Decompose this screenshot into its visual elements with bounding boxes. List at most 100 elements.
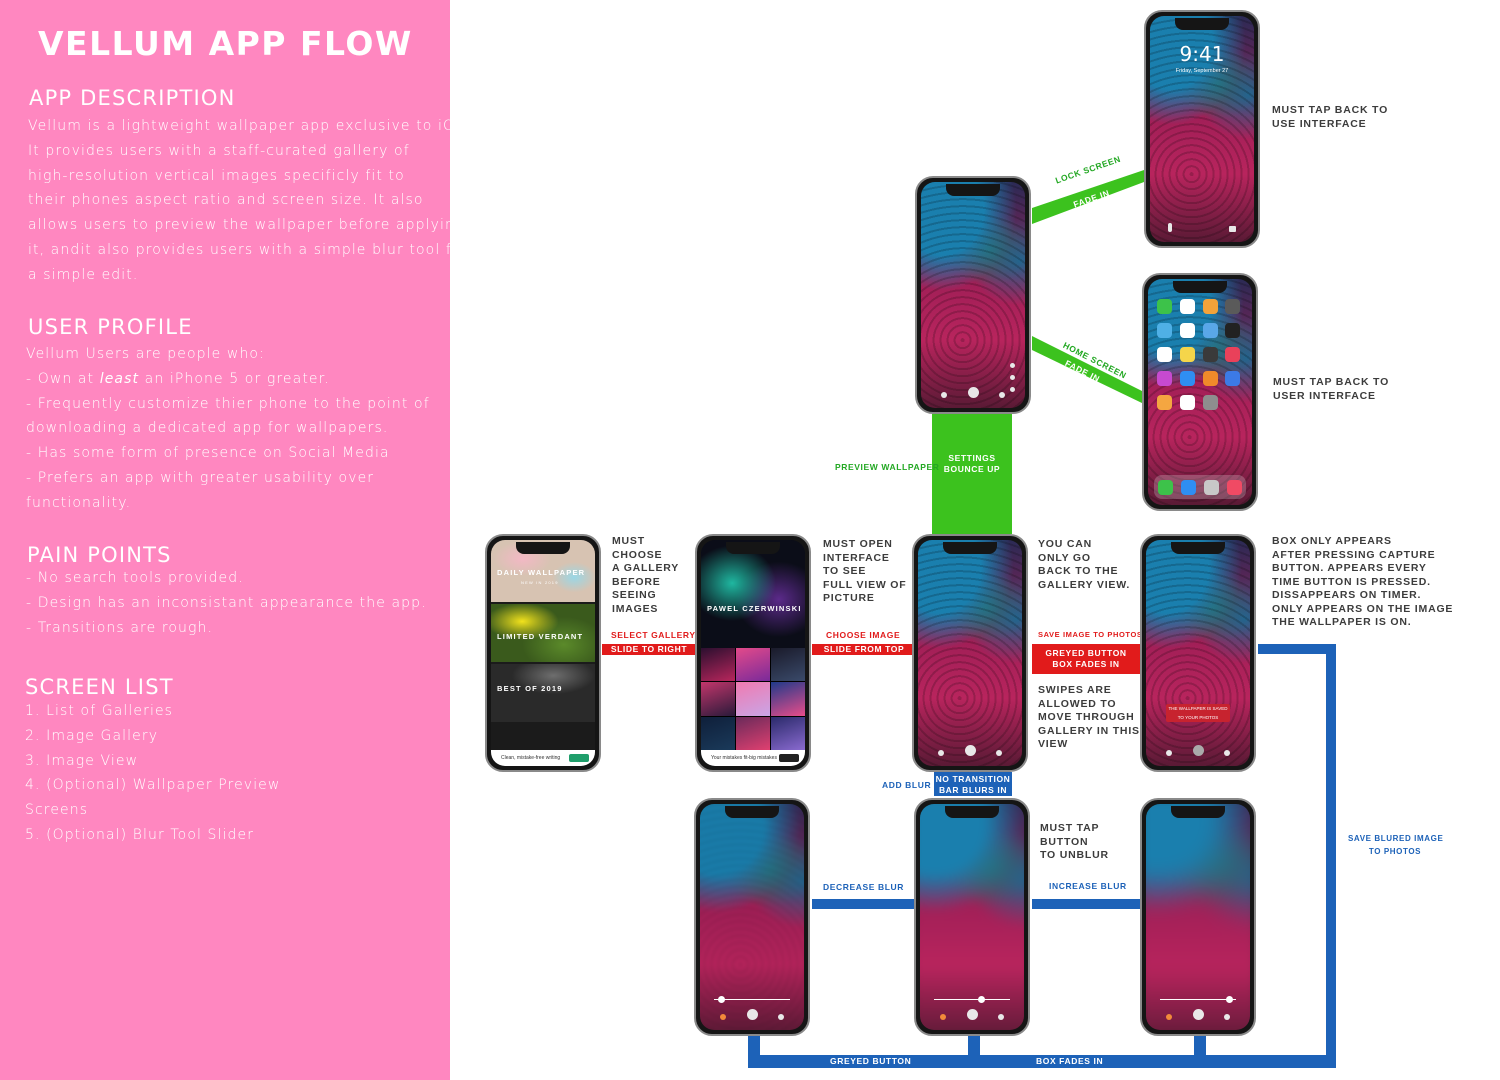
mail-app-icon[interactable] bbox=[1204, 479, 1219, 495]
calendar-app-icon[interactable] bbox=[1179, 299, 1195, 314]
ad-banner[interactable]: Your mistakes fit-big mistakes bbox=[701, 750, 805, 766]
note-line: A GALLERY bbox=[612, 562, 680, 574]
flashlight-icon[interactable] bbox=[1168, 223, 1172, 232]
notch bbox=[1171, 806, 1225, 818]
bottom-controls bbox=[921, 386, 1025, 398]
phone-app-icon[interactable] bbox=[1158, 479, 1173, 495]
safari-app-icon[interactable] bbox=[1181, 479, 1196, 495]
wallpaper-image: THE WALLPAPER IS SAVED TO YOUR PHOTOS bbox=[1146, 540, 1250, 766]
weather-app-icon[interactable] bbox=[1202, 323, 1218, 338]
note-line: FULL VIEW OF bbox=[823, 578, 907, 591]
note-box-only-appears: BOX ONLY APPEARS AFTER PRESSING CAPTURE … bbox=[1272, 535, 1453, 630]
thumbnail[interactable] bbox=[701, 682, 735, 716]
blur-slider[interactable] bbox=[1160, 996, 1236, 1003]
thumbnail[interactable] bbox=[771, 682, 805, 716]
bottom-controls bbox=[918, 744, 1022, 756]
phone-blur-high bbox=[1140, 798, 1256, 1036]
gallery-item-verdant[interactable]: LIMITED VERDANT bbox=[491, 604, 595, 662]
ad-button[interactable] bbox=[569, 754, 589, 762]
more-icon[interactable] bbox=[999, 392, 1005, 398]
more-icon[interactable] bbox=[998, 1014, 1004, 1020]
ad-banner[interactable]: Clean, mistake-free writing bbox=[491, 750, 595, 766]
thumbnail[interactable] bbox=[701, 648, 735, 682]
slider-thumb[interactable] bbox=[978, 996, 985, 1003]
info-icon[interactable] bbox=[1166, 1014, 1172, 1020]
more-icon[interactable] bbox=[778, 1014, 784, 1020]
info-icon[interactable] bbox=[940, 1014, 946, 1020]
note-line: ALLOWED TO bbox=[1038, 697, 1117, 710]
bottom-drop-3 bbox=[1194, 1036, 1206, 1060]
thumbnail[interactable] bbox=[736, 648, 770, 682]
info-icon[interactable] bbox=[1166, 750, 1172, 756]
info-icon[interactable] bbox=[941, 392, 947, 398]
note-line: ONLY GO bbox=[1038, 551, 1091, 564]
no-transition-line: NO TRANSITION bbox=[935, 774, 1011, 784]
note-line: USER INTERFACE bbox=[1273, 389, 1376, 402]
files-app-icon[interactable] bbox=[1225, 371, 1241, 386]
music-app-icon[interactable] bbox=[1227, 479, 1242, 495]
reminders-app-icon[interactable] bbox=[1157, 347, 1172, 362]
option-dot-icon[interactable] bbox=[1010, 363, 1015, 368]
note-line: SWIPES ARE bbox=[1038, 684, 1112, 696]
ad-button[interactable] bbox=[779, 754, 799, 762]
capture-button-greyed[interactable] bbox=[1193, 745, 1204, 756]
thumbnail[interactable] bbox=[736, 682, 770, 716]
option-dot-icon[interactable] bbox=[1010, 375, 1015, 380]
blur-slider[interactable] bbox=[934, 996, 1010, 1003]
app-store-icon[interactable] bbox=[1179, 371, 1195, 386]
note-line: GALLERY VIEW. bbox=[1038, 578, 1131, 591]
no-transition-label: NO TRANSITION BAR BLURS IN bbox=[934, 774, 1012, 796]
capture-button[interactable] bbox=[967, 1009, 978, 1020]
text-line: - No search tools provided. bbox=[26, 570, 244, 586]
note-line: ONLY APPEARS ON THE IMAGE bbox=[1272, 602, 1454, 615]
user-profile-text: Vellum Users are people who: - Own at le… bbox=[26, 342, 430, 516]
increase-blur-label: INCREASE BLUR bbox=[1049, 881, 1127, 891]
notes-app-icon[interactable] bbox=[1179, 347, 1195, 362]
thumbnail[interactable] bbox=[771, 716, 805, 750]
thumbnail[interactable] bbox=[771, 648, 805, 682]
gallery-item-best[interactable]: BEST OF 2019 bbox=[491, 664, 595, 722]
flow-diagram: LOCK SCREEN FADE IN HOME SCREEN FADE IN … bbox=[450, 0, 1500, 1080]
user-profile-heading: USER PROFILE bbox=[28, 315, 193, 339]
photos-app-icon[interactable] bbox=[1202, 299, 1218, 314]
info-icon[interactable] bbox=[720, 1014, 726, 1020]
notch bbox=[945, 806, 999, 818]
camera-icon[interactable] bbox=[1229, 226, 1236, 232]
slider-thumb[interactable] bbox=[1226, 996, 1233, 1003]
wallpaper-image bbox=[700, 804, 804, 1030]
info-icon[interactable] bbox=[938, 750, 944, 756]
notch bbox=[516, 542, 570, 554]
clock-app-icon[interactable] bbox=[1179, 323, 1195, 338]
itunes-app-icon[interactable] bbox=[1157, 371, 1172, 386]
no-transition-line: BAR BLURS IN bbox=[938, 785, 1008, 795]
more-icon[interactable] bbox=[996, 750, 1002, 756]
bottom-box-label: BOX FADES IN bbox=[1036, 1056, 1104, 1066]
capture-button[interactable] bbox=[965, 745, 976, 756]
news-app-icon[interactable] bbox=[1225, 347, 1241, 362]
more-icon[interactable] bbox=[1224, 750, 1230, 756]
capture-button[interactable] bbox=[747, 1009, 758, 1020]
home-app-icon[interactable] bbox=[1157, 395, 1172, 410]
books-app-icon[interactable] bbox=[1202, 371, 1218, 386]
save-image-label: SAVE IMAGE TO PHOTOS bbox=[1038, 630, 1143, 639]
slider-thumb[interactable] bbox=[718, 996, 725, 1003]
messages-app-icon[interactable] bbox=[1157, 299, 1172, 314]
tv-app-icon[interactable] bbox=[1225, 323, 1241, 338]
more-icon[interactable] bbox=[1224, 1014, 1230, 1020]
phone-blur-low bbox=[694, 798, 810, 1036]
lock-icons bbox=[1150, 220, 1254, 232]
camera-app-icon[interactable] bbox=[1225, 299, 1241, 314]
wallpaper-image bbox=[918, 540, 1022, 766]
maps-app-icon[interactable] bbox=[1157, 323, 1172, 338]
note-must-open: MUST OPEN INTERFACE TO SEE FULL VIEW OF … bbox=[823, 538, 906, 606]
capture-button[interactable] bbox=[968, 387, 979, 398]
blur-slider[interactable] bbox=[714, 996, 790, 1003]
settings-app-icon[interactable] bbox=[1202, 395, 1218, 410]
gallery-list-screen: DAILY WALLPAPER NEW IN 2019 LIMITED VERD… bbox=[491, 540, 595, 766]
thumbnail[interactable] bbox=[701, 716, 735, 750]
stocks-app-icon[interactable] bbox=[1202, 347, 1218, 362]
capture-button[interactable] bbox=[1193, 1009, 1204, 1020]
phone-image-gallery: PAWEL CZERWINSKI Your mistakes fit-big m… bbox=[695, 534, 811, 772]
health-app-icon[interactable] bbox=[1179, 395, 1195, 410]
thumbnail[interactable] bbox=[736, 716, 770, 750]
